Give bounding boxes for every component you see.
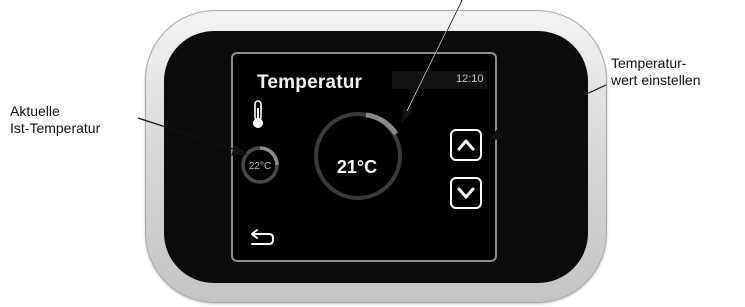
callout-current-temp: Aktuelle Ist-Temperatur — [10, 103, 100, 137]
leader-line-left — [137, 117, 237, 151]
leader-line-dial — [407, 0, 463, 111]
leader-arrowhead-dial — [401, 107, 414, 124]
leader-arrowhead-left — [231, 145, 248, 156]
callout-right-line-2: wert einstellen — [611, 72, 701, 88]
callout-leaders — [137, 0, 607, 156]
callout-left-line-2: Ist-Temperatur — [10, 120, 101, 136]
callout-left-line-1: Aktuelle — [10, 103, 60, 119]
callout-right-line-1: Temperatur- — [611, 55, 687, 71]
leader-line-right — [499, 84, 607, 135]
callout-set-temp: Temperatur- wert einstellen — [611, 55, 701, 89]
leader-arrowhead-right — [487, 127, 503, 141]
